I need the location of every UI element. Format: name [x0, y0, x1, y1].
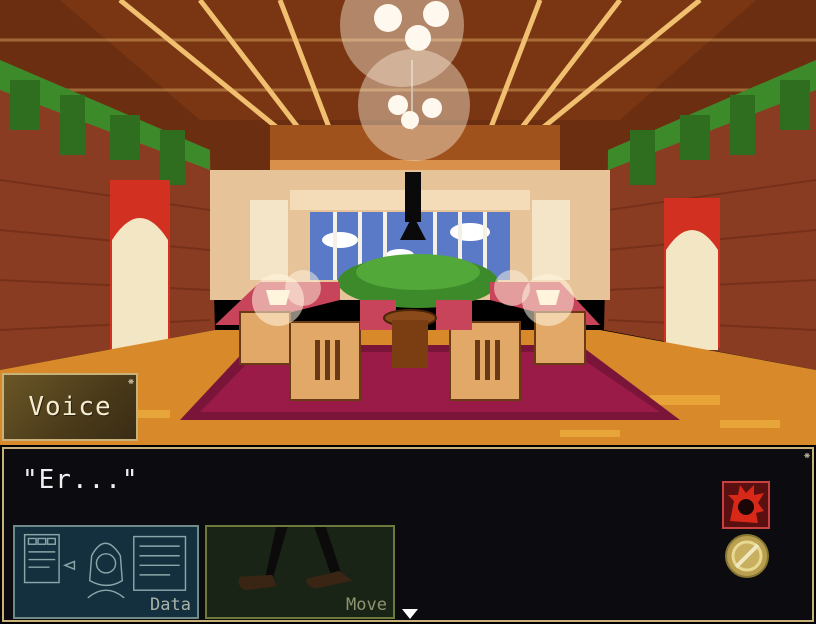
- dialogue-text: "Er...": [22, 465, 139, 495]
- speaker-name-box: ❋ Voice: [2, 373, 138, 441]
- ornament-corner-icon: ❋: [127, 376, 134, 387]
- move-button[interactable]: Move: [205, 525, 395, 619]
- triangle-down-icon[interactable]: [402, 609, 418, 619]
- move-label: Move: [346, 595, 387, 615]
- ornament-corner-icon: ❋: [803, 450, 810, 461]
- dialogue-box[interactable]: ❋ "Er..." Data Move: [2, 447, 814, 622]
- data-button[interactable]: Data: [13, 525, 199, 619]
- game-screen: ❋ Voice ❋ "Er..." Data Move: [0, 0, 816, 624]
- gold-coin-icon[interactable]: [724, 533, 770, 579]
- data-label: Data: [150, 595, 191, 615]
- spiky-red-hair-portrait-icon[interactable]: [722, 481, 770, 529]
- speaker-name: Voice: [28, 392, 112, 422]
